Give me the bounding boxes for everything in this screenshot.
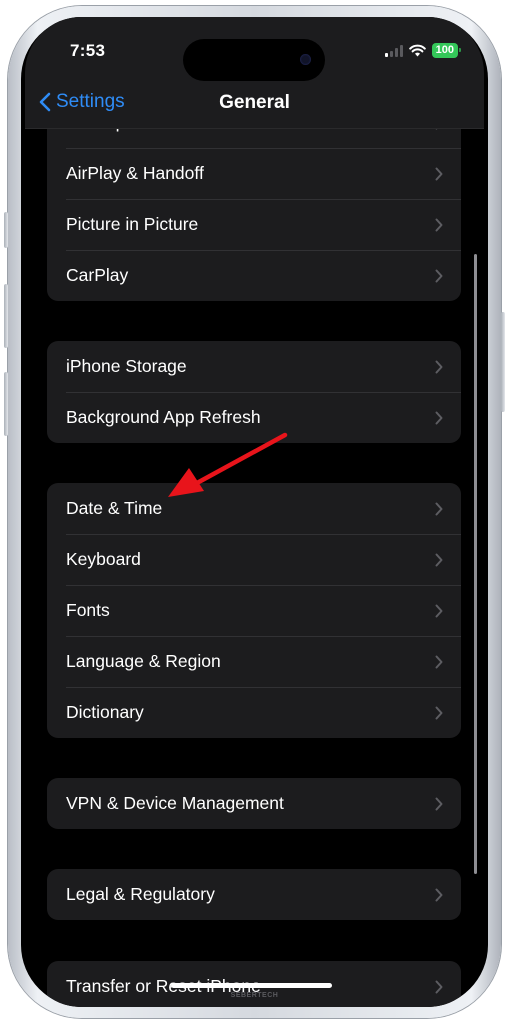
list-item-iphone-storage[interactable]: iPhone Storage bbox=[47, 341, 461, 392]
list-item-airplay-handoff[interactable]: AirPlay & Handoff bbox=[47, 148, 461, 199]
list-item-fonts[interactable]: Fonts bbox=[47, 585, 461, 636]
list-item-label: Picture in Picture bbox=[66, 214, 199, 234]
list-item-legal-regulatory[interactable]: Legal & Regulatory bbox=[47, 869, 461, 920]
list-item-label: Language & Region bbox=[66, 651, 221, 671]
list-item-vpn-device-management[interactable]: VPN & Device Management bbox=[47, 778, 461, 829]
list-item-picture-in-picture[interactable]: Picture in Picture bbox=[47, 199, 461, 250]
chevron-right-icon bbox=[435, 706, 443, 719]
volume-up-button bbox=[4, 284, 8, 348]
battery-icon: 100 bbox=[431, 43, 462, 58]
chevron-right-icon bbox=[435, 553, 443, 566]
page-title: General bbox=[219, 92, 290, 113]
list-item-keyboard[interactable]: Keyboard bbox=[47, 534, 461, 585]
list-item-label: CarPlay bbox=[66, 265, 129, 285]
watermark: SEBERTECH bbox=[230, 992, 279, 999]
list-item-language-region[interactable]: Language & Region bbox=[47, 636, 461, 687]
dynamic-island bbox=[183, 39, 325, 81]
settings-group-storage: iPhone Storage Background App Refresh bbox=[47, 341, 461, 443]
chevron-right-icon bbox=[435, 269, 443, 282]
home-indicator[interactable] bbox=[171, 983, 332, 988]
list-item-carplay[interactable]: CarPlay bbox=[47, 250, 461, 301]
settings-group-localization: Date & Time Keyboard Fonts Language & Re… bbox=[47, 483, 461, 738]
list-item-label: Date & Time bbox=[66, 498, 163, 518]
action-button bbox=[4, 212, 8, 248]
list-item-label: Keyboard bbox=[66, 549, 141, 569]
list-item-label: VPN & Device Management bbox=[66, 793, 284, 813]
chevron-right-icon bbox=[435, 502, 443, 515]
list-item-label: Dictionary bbox=[66, 702, 144, 722]
settings-list[interactable]: AirDrop AirPlay & Handoff Picture in Pic… bbox=[25, 17, 484, 1007]
settings-group-legal: Legal & Regulatory bbox=[47, 869, 461, 920]
chevron-right-icon bbox=[435, 411, 443, 424]
chevron-right-icon bbox=[435, 888, 443, 901]
status-time: 7:53 bbox=[70, 41, 106, 60]
phone-screen: 7:53 100 Settings General AirPlay & Hand… bbox=[25, 17, 484, 1007]
list-item-background-app-refresh[interactable]: Background App Refresh bbox=[47, 392, 461, 443]
status-icons: 100 bbox=[384, 43, 462, 58]
list-item-label: iPhone Storage bbox=[66, 356, 187, 376]
list-item-dictionary[interactable]: Dictionary bbox=[47, 687, 461, 738]
cellular-signal-icon bbox=[384, 44, 403, 57]
volume-down-button bbox=[4, 372, 8, 436]
scrollbar[interactable] bbox=[474, 254, 477, 874]
front-camera-icon bbox=[300, 54, 311, 65]
chevron-right-icon bbox=[435, 655, 443, 668]
chevron-right-icon bbox=[435, 218, 443, 231]
settings-group-vpn: VPN & Device Management bbox=[47, 778, 461, 829]
chevron-right-icon bbox=[435, 167, 443, 180]
list-item-label: Legal & Regulatory bbox=[66, 884, 215, 904]
chevron-right-icon bbox=[435, 604, 443, 617]
chevron-right-icon bbox=[435, 360, 443, 373]
list-item-label: Background App Refresh bbox=[66, 407, 261, 427]
side-power-button bbox=[501, 312, 505, 412]
chevron-right-icon bbox=[435, 797, 443, 810]
list-item-label: AirPlay & Handoff bbox=[66, 163, 204, 183]
navigation-bar: 7:53 100 Settings General bbox=[25, 17, 484, 129]
list-item-date-time[interactable]: Date & Time bbox=[47, 483, 461, 534]
list-item-label: Fonts bbox=[66, 600, 110, 620]
wifi-icon bbox=[408, 44, 426, 57]
